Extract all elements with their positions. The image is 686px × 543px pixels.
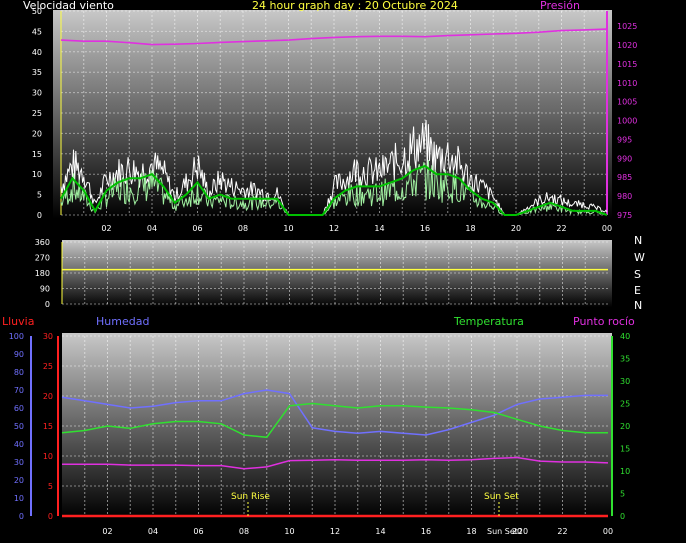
temperature-y-tick: 40 bbox=[620, 332, 630, 341]
wind-y-tick: 30 bbox=[32, 89, 42, 98]
temp-x-tick: 04 bbox=[148, 527, 158, 536]
pressure-y-tick: 1015 bbox=[617, 60, 637, 69]
humidity-y-tick: 100 bbox=[9, 332, 24, 341]
compass-west: W bbox=[634, 251, 645, 264]
humidity-y-tick: 20 bbox=[14, 476, 24, 485]
compass-north-bottom: N bbox=[634, 299, 642, 312]
temperature-y-tick: 0 bbox=[620, 512, 625, 521]
wind-x-tick: 22 bbox=[556, 224, 566, 233]
wind-plot-area bbox=[53, 10, 612, 219]
wind-y-tick: 35 bbox=[32, 68, 42, 77]
pressure-y-tick: 1000 bbox=[617, 117, 637, 126]
dewpoint-label: Punto rocío bbox=[573, 315, 635, 328]
temperature-y-tick: 5 bbox=[620, 490, 625, 499]
wind-y-tick: 20 bbox=[32, 129, 42, 138]
humidity-y-tick: 60 bbox=[14, 404, 24, 413]
pressure-y-tick: 1025 bbox=[617, 22, 637, 31]
wind-y-tick: 25 bbox=[32, 109, 42, 118]
wind-x-tick: 10 bbox=[283, 224, 293, 233]
wind-x-tick: 12 bbox=[329, 224, 339, 233]
temperature-y-tick: 20 bbox=[620, 422, 630, 431]
direction-y-tick: 270 bbox=[35, 254, 50, 263]
temperature-y-tick: 30 bbox=[620, 377, 630, 386]
wind-y-tick: 5 bbox=[37, 191, 42, 200]
temperature-y-tick: 10 bbox=[620, 467, 630, 476]
wind-speed-label: Velocidad viento bbox=[23, 0, 114, 12]
rain-y-tick: 5 bbox=[48, 482, 53, 491]
wind-x-tick: 16 bbox=[420, 224, 430, 233]
wind-x-tick: 20 bbox=[511, 224, 521, 233]
rain-y-tick: 25 bbox=[43, 362, 53, 371]
temp-x-tick: 08 bbox=[239, 527, 249, 536]
temperature-y-tick: 25 bbox=[620, 400, 630, 409]
pressure-y-tick: 975 bbox=[617, 211, 632, 220]
wind-y-tick: 10 bbox=[32, 170, 42, 179]
temp-x-tick: 22 bbox=[557, 527, 567, 536]
temp-x-tick: 06 bbox=[193, 527, 203, 536]
temperature-y-tick: 35 bbox=[620, 355, 630, 364]
direction-y-tick: 180 bbox=[35, 269, 50, 278]
humidity-y-tick: 80 bbox=[14, 368, 24, 377]
wind-x-tick: 06 bbox=[192, 224, 202, 233]
humidity-y-tick: 40 bbox=[14, 440, 24, 449]
rain-y-tick: 20 bbox=[43, 392, 53, 401]
pressure-y-tick: 985 bbox=[617, 173, 632, 182]
sunrise-label: Sun Rise bbox=[231, 492, 270, 502]
rain-label: Lluvia bbox=[2, 315, 34, 328]
temp-x-tick: 00 bbox=[603, 527, 613, 536]
direction-y-tick: 0 bbox=[45, 300, 50, 309]
temp-x-tick: 12 bbox=[330, 527, 340, 536]
rain-y-tick: 10 bbox=[43, 452, 53, 461]
wind-x-tick: 18 bbox=[465, 224, 475, 233]
direction-y-tick: 360 bbox=[35, 238, 50, 247]
pressure-y-tick: 980 bbox=[617, 192, 632, 201]
wind-x-tick: 04 bbox=[147, 224, 157, 233]
rain-y-tick: 30 bbox=[43, 332, 53, 341]
temp-x-tick: 14 bbox=[375, 527, 385, 536]
temp-x-tick: 10 bbox=[284, 527, 294, 536]
compass-east: E bbox=[634, 284, 641, 297]
wind-x-tick: 02 bbox=[101, 224, 111, 233]
wind-y-tick: 45 bbox=[32, 27, 42, 36]
humidity-y-tick: 30 bbox=[14, 458, 24, 467]
pressure-y-tick: 1010 bbox=[617, 79, 637, 88]
wind-x-tick: 14 bbox=[374, 224, 384, 233]
pressure-label: Presión bbox=[540, 0, 580, 12]
wind-x-tick: 00 bbox=[602, 224, 612, 233]
sunset-axis-label: Sun Set20 bbox=[487, 527, 528, 536]
humidity-y-tick: 70 bbox=[14, 386, 24, 395]
pressure-y-tick: 990 bbox=[617, 154, 632, 163]
rain-y-tick: 0 bbox=[48, 512, 53, 521]
temp-x-tick: 02 bbox=[102, 527, 112, 536]
humidity-y-tick: 90 bbox=[14, 350, 24, 359]
direction-plot-area bbox=[62, 240, 612, 307]
temperature-y-tick: 15 bbox=[620, 445, 630, 454]
wind-y-tick: 0 bbox=[37, 211, 42, 220]
humidity-y-tick: 10 bbox=[14, 494, 24, 503]
chart-title: 24 hour graph day : 20 Octubre 2024 bbox=[252, 0, 458, 12]
rain-y-tick: 15 bbox=[43, 422, 53, 431]
pressure-y-tick: 1020 bbox=[617, 41, 637, 50]
pressure-y-tick: 995 bbox=[617, 135, 632, 144]
direction-y-tick: 90 bbox=[40, 285, 50, 294]
temperature-label: Temperatura bbox=[453, 315, 524, 328]
humidity-label: Humedad bbox=[96, 315, 149, 328]
wind-y-tick: 15 bbox=[32, 150, 42, 159]
wind-y-tick: 40 bbox=[32, 48, 42, 57]
pressure-y-tick: 1005 bbox=[617, 98, 637, 107]
compass-north-top: N bbox=[634, 234, 642, 247]
wind-x-tick: 08 bbox=[238, 224, 248, 233]
temp-x-tick: 18 bbox=[466, 527, 476, 536]
sunset-label: Sun Set bbox=[484, 492, 519, 502]
humidity-y-tick: 50 bbox=[14, 422, 24, 431]
compass-south: S bbox=[634, 268, 641, 281]
temp-x-tick: 16 bbox=[421, 527, 431, 536]
weather-graph: 02 04 06 08 10 12 14 16 18 20 22 000510152025303540… bbox=[2, 0, 645, 536]
humidity-y-tick: 0 bbox=[19, 512, 24, 521]
